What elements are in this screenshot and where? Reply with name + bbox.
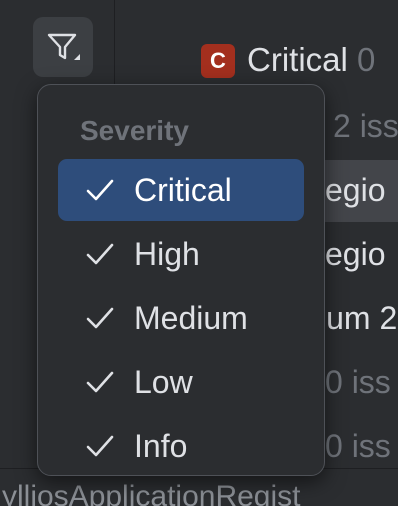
list-item[interactable]: ium 2 <box>319 300 397 337</box>
menu-item-label: Critical <box>134 171 232 208</box>
list-item[interactable]: 0 iss <box>325 428 391 465</box>
menu-item-label: High <box>134 235 200 272</box>
menu-item-info[interactable]: Info <box>58 415 304 477</box>
checkmark-icon <box>82 300 118 336</box>
filter-button[interactable] <box>33 17 93 77</box>
menu-item-medium[interactable]: Medium <box>58 287 304 349</box>
popup-header: Severity <box>80 115 189 146</box>
severity-filter-popup: Severity Critical High Medium Low Info <box>37 84 325 476</box>
menu-item-low[interactable]: Low <box>58 351 304 413</box>
menu-item-label: Medium <box>134 299 248 336</box>
list-item[interactable]: 2 iss <box>333 108 398 145</box>
menu-item-critical[interactable]: Critical <box>58 159 304 221</box>
critical-group-title[interactable]: Critical 0 <box>247 41 375 79</box>
bottom-path-text: ylliosApplicationRegist <box>2 480 301 506</box>
app-window: C Critical 0 2 iss egio egio ium 2 0 iss… <box>0 0 398 506</box>
list-item[interactable]: egio <box>325 236 386 273</box>
checkmark-icon <box>82 428 118 464</box>
list-item[interactable]: egio <box>325 172 386 209</box>
menu-item-label: Info <box>134 427 188 464</box>
list-item[interactable]: 0 iss <box>325 364 391 401</box>
filter-icon <box>43 27 83 67</box>
checkmark-icon <box>82 236 118 272</box>
menu-item-high[interactable]: High <box>58 223 304 285</box>
menu-item-label: Low <box>134 363 193 400</box>
checkmark-icon <box>82 364 118 400</box>
critical-group-label: Critical <box>247 41 348 78</box>
checkmark-icon <box>82 172 118 208</box>
critical-badge: C <box>201 44 235 78</box>
critical-group-count: 0 <box>357 41 376 78</box>
